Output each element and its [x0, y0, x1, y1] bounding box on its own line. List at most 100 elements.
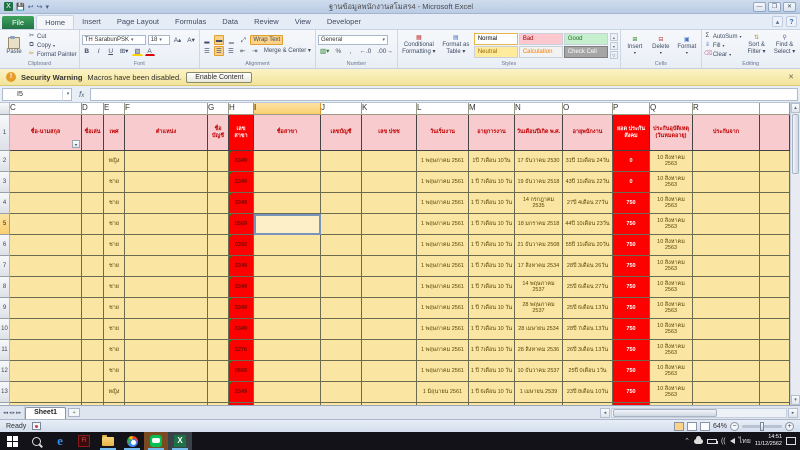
cell-C5[interactable] — [10, 214, 82, 235]
cells-group-label[interactable]: Cells — [623, 60, 699, 68]
borders-button[interactable]: ⊞▾ — [118, 46, 131, 56]
cell-D7[interactable] — [82, 256, 104, 277]
cell-E2[interactable]: หญิง — [104, 151, 125, 172]
cell-K3[interactable] — [362, 172, 417, 193]
conditional-formatting-button[interactable]: ▦Conditional Formatting ▾ — [400, 35, 438, 55]
cell-M6[interactable]: 1 ปี 7เดือน 10 วัน — [469, 235, 515, 256]
cell-E10[interactable]: ชาย — [104, 319, 125, 340]
cell-R5[interactable] — [693, 214, 760, 235]
cell-L14[interactable] — [417, 403, 469, 405]
cell-Q5[interactable]: 10 สิงหาคม 2563 — [650, 214, 693, 235]
zoom-slider[interactable] — [742, 425, 782, 428]
security-bar-close-icon[interactable]: ✕ — [788, 73, 794, 81]
decrease-indent-button[interactable]: ⇤ — [238, 46, 248, 56]
cell-K13[interactable] — [362, 382, 417, 403]
underline-button[interactable]: U — [106, 46, 116, 56]
cell-Q13[interactable]: 10 สิงหาคม 2563 — [650, 382, 693, 403]
cell-H7[interactable]: 5349 — [229, 256, 254, 277]
cell-J4[interactable] — [321, 193, 362, 214]
cell-D4[interactable] — [82, 193, 104, 214]
cell-H2[interactable]: 5349 — [229, 151, 254, 172]
cell-C12[interactable] — [10, 361, 82, 382]
column-header-E[interactable]: E — [104, 103, 125, 115]
cell-F2[interactable] — [125, 151, 208, 172]
editing-group-label[interactable]: Editing — [704, 60, 798, 68]
cell-D10[interactable] — [82, 319, 104, 340]
bold-button[interactable]: B — [82, 46, 92, 56]
vertical-scrollbar[interactable]: ▴ ▾ — [790, 103, 800, 405]
taskbar-edge-button[interactable]: e — [48, 432, 72, 450]
cell-G5[interactable] — [208, 214, 229, 235]
autosum-button[interactable]: ΣAutoSum ▾ — [704, 33, 742, 41]
cell-L11[interactable]: 1 พฤษภาคม 2561 — [417, 340, 469, 361]
row-header-12[interactable]: 12 — [0, 361, 10, 382]
cell-P2[interactable]: 0 — [613, 151, 650, 172]
cell-K7[interactable] — [362, 256, 417, 277]
cell-R11[interactable] — [693, 340, 760, 361]
cell-K14[interactable] — [362, 403, 417, 405]
enable-content-button[interactable]: Enable Content — [186, 72, 252, 83]
column-header-L[interactable]: L — [417, 103, 469, 115]
cell-F7[interactable] — [125, 256, 208, 277]
cell-F8[interactable] — [125, 277, 208, 298]
column-header-G[interactable]: G — [208, 103, 229, 115]
cell-filler-2[interactable] — [760, 151, 790, 172]
cell-G10[interactable] — [208, 319, 229, 340]
cell-G9[interactable] — [208, 298, 229, 319]
cell-H14[interactable] — [229, 403, 254, 405]
fill-button[interactable]: ⇓Fill ▾ — [704, 42, 742, 50]
copy-button[interactable]: ⧉Copy ▾ — [28, 42, 77, 50]
align-right-button[interactable]: ☰ — [226, 46, 236, 56]
cell-N6[interactable]: 21 ธันวาคม 2508 — [515, 235, 563, 256]
cell-H9[interactable]: 5349 — [229, 298, 254, 319]
normal-view-button[interactable] — [674, 422, 684, 431]
cut-button[interactable]: ✂Cut — [28, 33, 77, 41]
comma-style-button[interactable]: , — [345, 46, 355, 56]
cell-R13[interactable] — [693, 382, 760, 403]
scroll-down-icon[interactable]: ▾ — [791, 395, 800, 405]
cell-filler-6[interactable] — [760, 235, 790, 256]
cell-C3[interactable] — [10, 172, 82, 193]
cell-I10[interactable] — [254, 319, 321, 340]
cell-N14[interactable] — [515, 403, 563, 405]
row-header-9[interactable]: 9 — [0, 298, 10, 319]
cell-L10[interactable]: 1 พฤษภาคม 2561 — [417, 319, 469, 340]
clear-button[interactable]: ⌫Clear ▾ — [704, 51, 742, 59]
cell-G2[interactable] — [208, 151, 229, 172]
filter-dropdown-icon[interactable]: ▾ — [72, 140, 80, 148]
number-group-label[interactable]: Number — [318, 60, 395, 68]
cell-I9[interactable] — [254, 298, 321, 319]
cell-I3[interactable] — [254, 172, 321, 193]
tray-chevron-icon[interactable]: ⌃ — [684, 437, 690, 445]
cell-Q6[interactable]: 10 สิงหาคม 2563 — [650, 235, 693, 256]
scroll-up-icon[interactable]: ▴ — [791, 103, 800, 113]
cell-K10[interactable] — [362, 319, 417, 340]
cell-M13[interactable]: 1 ปี 6เดือน 10 วัน — [469, 382, 515, 403]
cell-filler-12[interactable] — [760, 361, 790, 382]
prev-sheet-icon[interactable]: ◂ — [9, 410, 12, 416]
row-header-3[interactable]: 3 — [0, 172, 10, 193]
tab-review[interactable]: Review — [246, 15, 287, 29]
first-sheet-icon[interactable]: ◂◂ — [3, 410, 8, 416]
cell-L4[interactable]: 1 พฤษภาคม 2561 — [417, 193, 469, 214]
cell-J7[interactable] — [321, 256, 362, 277]
tab-view[interactable]: View — [287, 15, 319, 29]
cell-R14[interactable] — [693, 403, 760, 405]
cell-F9[interactable] — [125, 298, 208, 319]
row-header-10[interactable]: 10 — [0, 319, 10, 340]
tab-data[interactable]: Data — [214, 15, 246, 29]
zoom-slider-thumb[interactable] — [760, 422, 764, 431]
insert-function-icon[interactable]: fx — [75, 90, 88, 99]
styles-gallery-scroll[interactable]: ▴▾▽ — [610, 33, 618, 59]
network-icon[interactable]: (( — [721, 438, 726, 445]
cell-D8[interactable] — [82, 277, 104, 298]
sort-filter-button[interactable]: ⇅Sort & Filter ▾ — [744, 35, 770, 55]
cell-G11[interactable] — [208, 340, 229, 361]
cell-D14[interactable] — [82, 403, 104, 405]
cell-M12[interactable]: 1 ปี 7เดือน 10 วัน — [469, 361, 515, 382]
cell-F14[interactable] — [125, 403, 208, 405]
cell-P9[interactable]: 750 — [613, 298, 650, 319]
cell-E8[interactable]: ชาย — [104, 277, 125, 298]
font-color-button[interactable]: A — [145, 46, 155, 56]
cell-I11[interactable] — [254, 340, 321, 361]
